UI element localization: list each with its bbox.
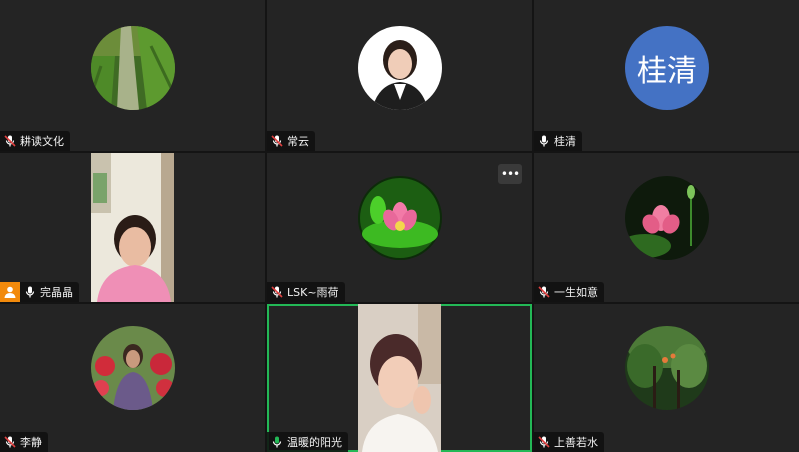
participant-tile-3[interactable]: 桂清 桂清: [534, 0, 799, 151]
participant-tile-6[interactable]: 一生如意: [534, 153, 799, 302]
host-person-icon: [0, 282, 20, 302]
participant-tile-1[interactable]: 耕读文化: [0, 0, 265, 151]
muted-mic-icon: [3, 134, 17, 148]
participant-name: 李静: [20, 436, 42, 449]
participant-name: 桂清: [554, 135, 576, 148]
participant-name: LSK~雨荷: [287, 286, 339, 299]
participant-name: 耕读文化: [20, 135, 64, 148]
participant-nameplate: 温暖的阳光: [267, 432, 348, 452]
mic-icon: [23, 285, 37, 299]
participant-avatar: [358, 26, 442, 110]
participant-video: [91, 153, 174, 302]
mic-icon: [537, 134, 551, 148]
more-options-icon[interactable]: •••: [498, 164, 522, 184]
participant-name: 完晶晶: [40, 286, 73, 299]
muted-mic-icon: [3, 435, 17, 449]
participant-avatar: [625, 326, 709, 410]
muted-mic-icon: [537, 285, 551, 299]
participant-name: 上善若水: [554, 436, 598, 449]
participant-nameplate: 常云: [267, 131, 315, 151]
participant-avatar: [91, 26, 175, 110]
participant-avatar: [91, 326, 175, 410]
participant-tile-4[interactable]: 完晶晶: [0, 153, 265, 302]
muted-mic-icon: [270, 285, 284, 299]
participant-tile-9[interactable]: 上善若水: [534, 304, 799, 452]
participant-avatar: [358, 176, 442, 260]
participant-avatar: [625, 176, 709, 260]
participant-initials-avatar: 桂清: [625, 26, 709, 110]
participant-tile-5[interactable]: ••• LSK~雨荷: [267, 153, 532, 302]
participant-nameplate: 完晶晶: [0, 282, 79, 302]
muted-mic-icon: [537, 435, 551, 449]
participant-nameplate: 一生如意: [534, 282, 604, 302]
muted-mic-icon: [270, 134, 284, 148]
participant-tile-2[interactable]: 常云: [267, 0, 532, 151]
participant-nameplate: 耕读文化: [0, 131, 70, 151]
participant-tile-8-active-speaker[interactable]: 温暖的阳光: [267, 304, 532, 452]
video-grid: 耕读文化 常云 桂清 桂清 完晶晶 ••• LSK~雨荷 一生如意 李静 温暖的…: [0, 0, 799, 452]
participant-video: [358, 304, 441, 452]
participant-name: 温暖的阳光: [287, 436, 342, 449]
participant-nameplate: 上善若水: [534, 432, 604, 452]
participant-nameplate: 桂清: [534, 131, 582, 151]
participant-tile-7[interactable]: 李静: [0, 304, 265, 452]
participant-nameplate: LSK~雨荷: [267, 282, 345, 302]
participant-name: 一生如意: [554, 286, 598, 299]
speaking-mic-icon: [270, 435, 284, 449]
participant-nameplate: 李静: [0, 432, 48, 452]
participant-name: 常云: [287, 135, 309, 148]
